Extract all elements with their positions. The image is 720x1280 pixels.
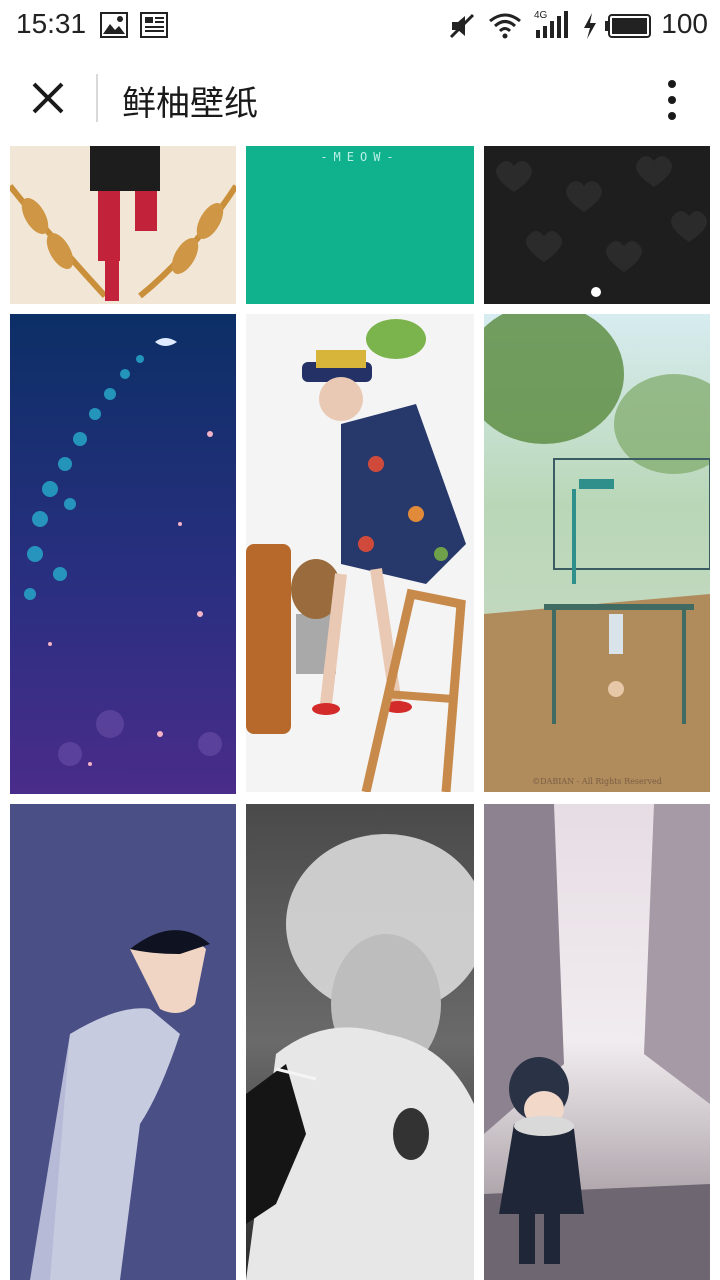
wifi-icon [488, 12, 522, 44]
close-icon [32, 82, 64, 114]
charging-icon [582, 12, 598, 44]
status-time: 15:31 [16, 8, 87, 39]
wallpaper-playground-illustration[interactable]: ©DABIAN - All Rights Reserved [484, 314, 710, 792]
status-bar: 15:31 4G 100 [0, 0, 720, 52]
meow-label: -MEOW- [320, 150, 400, 164]
wallpaper-starry-night-fish[interactable] [10, 314, 236, 794]
mute-icon [448, 12, 476, 44]
wallpaper-illustration-laurel[interactable] [10, 146, 236, 304]
more-button[interactable] [648, 76, 696, 124]
battery-icon [604, 14, 652, 42]
wallpaper-child-street[interactable] [484, 804, 710, 1280]
network-type-label: 4G [534, 10, 548, 21]
wallpaper-dark-hearts[interactable] [484, 146, 710, 304]
wallpaper-girl-floral-dress[interactable] [246, 314, 474, 792]
wallpaper-bw-portrait-smoke[interactable] [246, 804, 474, 1280]
signal-icon: 4G [532, 8, 572, 44]
wallpaper-teal-meow[interactable]: -MEOW- [246, 146, 474, 304]
wallpaper-grid: -MEOW- ©DABIAN - All Rights Reserved [0, 146, 720, 1280]
app-toolbar: 鲜柚壁纸 [0, 52, 720, 146]
news-icon [140, 12, 168, 42]
page-title: 鲜柚壁纸 [122, 84, 258, 124]
battery-level: 100 [661, 8, 708, 39]
copyright-text: ©DABIAN - All Rights Reserved [532, 777, 662, 786]
more-vertical-icon [668, 80, 676, 120]
wallpaper-blue-illustration-woman[interactable] [10, 804, 236, 1280]
close-button[interactable] [24, 74, 72, 122]
image-icon [100, 12, 128, 42]
toolbar-divider [96, 74, 98, 122]
